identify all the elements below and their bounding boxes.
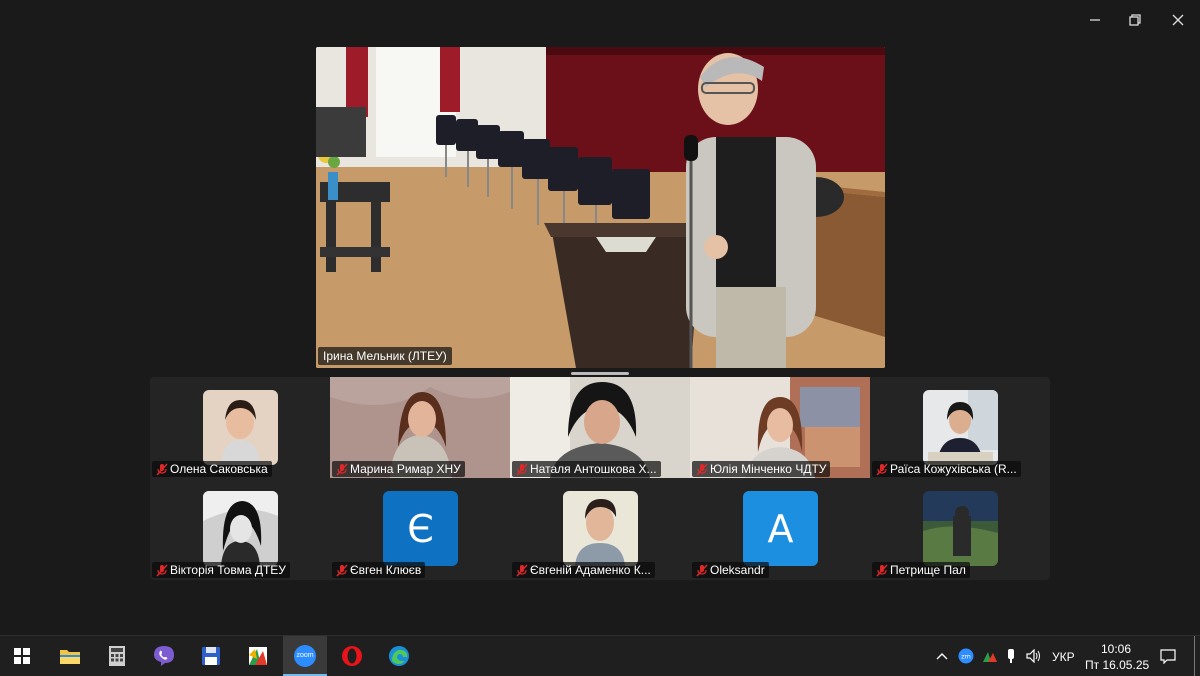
close-icon	[1172, 14, 1184, 26]
usb-device-icon	[1008, 649, 1014, 663]
participant-tile[interactable]: Олена Саковська	[150, 377, 330, 478]
tray-zoom-button[interactable]: zm	[954, 636, 978, 676]
notifications-button[interactable]	[1150, 636, 1186, 676]
clock-time[interactable]: 10:06	[1101, 642, 1131, 656]
muted-mic-icon	[156, 564, 168, 577]
participant-tile[interactable]: A Oleksandr	[690, 478, 870, 579]
tray-device-button[interactable]	[1000, 636, 1022, 676]
edge-icon	[389, 646, 409, 666]
muted-mic-icon	[516, 564, 528, 577]
calculator-icon	[109, 646, 125, 666]
participant-letter-avatar: A	[743, 491, 818, 566]
participant-name: Євген Клюєв	[332, 562, 426, 578]
participant-avatar	[563, 491, 638, 566]
show-desktop-button[interactable]	[1194, 636, 1195, 676]
folder-icon	[60, 650, 80, 664]
volume-button[interactable]	[1022, 636, 1046, 676]
save-app-button[interactable]	[189, 636, 233, 676]
participant-avatar	[203, 491, 278, 566]
speaker-name-label: Ірина Мельник (ЛТЕУ)	[318, 347, 452, 365]
close-button[interactable]	[1163, 8, 1193, 32]
active-speaker-video[interactable]: Ірина Мельник (ЛТЕУ)	[316, 47, 885, 368]
participant-name: Oleksandr	[692, 562, 769, 578]
svg-text:zm: zm	[961, 653, 971, 661]
participant-name: Марина Римар ХНУ	[332, 461, 465, 477]
zoom-button[interactable]: zoom	[283, 636, 327, 676]
participant-name: Олена Саковська	[152, 461, 272, 477]
taskbar: zoom zm УКР 10:06 Пт 16.05.25	[0, 635, 1200, 676]
minimize-button[interactable]	[1080, 8, 1110, 32]
participant-name: Петрище Пал	[872, 562, 970, 578]
participant-name: Вікторія Товма ДТЕУ	[152, 562, 290, 578]
windows-icon	[14, 648, 30, 664]
muted-mic-icon	[876, 564, 888, 577]
tray-overflow-button[interactable]	[930, 636, 954, 676]
start-button[interactable]	[0, 636, 44, 676]
gallery-resize-handle[interactable]	[571, 372, 629, 375]
colorful-tray-icon	[983, 652, 997, 662]
participant-avatar	[923, 491, 998, 566]
restore-icon	[1129, 14, 1141, 26]
opera-icon	[342, 646, 362, 666]
zoom-tray-icon: zm	[958, 648, 974, 664]
tray-app-button[interactable]	[978, 636, 1002, 676]
zoom-icon-label: zoom	[296, 652, 314, 659]
muted-mic-icon	[696, 564, 708, 577]
muted-mic-icon	[156, 463, 168, 476]
muted-mic-icon	[336, 463, 348, 476]
speaker-video-frame	[316, 47, 885, 368]
clock-date[interactable]: Пт 16.05.25	[1085, 658, 1149, 672]
minimize-icon	[1090, 19, 1100, 21]
colorful-app-icon	[249, 647, 267, 665]
participant-letter-avatar: Є	[383, 491, 458, 566]
participant-tile[interactable]: Є Євген Клюєв	[330, 478, 510, 579]
floppy-disk-icon	[202, 647, 220, 665]
restore-button[interactable]	[1120, 8, 1150, 32]
participant-tile[interactable]: Юлія Мінченко ЧДТУ	[690, 377, 870, 478]
opera-button[interactable]	[330, 636, 374, 676]
chevron-up-icon	[936, 653, 948, 660]
muted-mic-icon	[336, 564, 348, 577]
language-indicator[interactable]: УКР	[1052, 650, 1075, 664]
participant-tile[interactable]: Вікторія Товма ДТЕУ	[150, 478, 330, 579]
participant-name: Юлія Мінченко ЧДТУ	[692, 461, 831, 477]
colorful-app-button[interactable]	[236, 636, 280, 676]
viber-icon	[154, 646, 174, 666]
speaker-icon	[1026, 649, 1040, 663]
participant-tile[interactable]: Раїса Кожухівська (R...	[870, 377, 1050, 478]
participant-gallery: Олена Саковська Марина Римар ХНУ Наталя …	[150, 377, 1050, 580]
muted-mic-icon	[696, 463, 708, 476]
participant-avatar	[203, 390, 278, 465]
participant-tile[interactable]: Наталя Антошкова Х...	[510, 377, 690, 478]
participant-name: Раїса Кожухівська (R...	[872, 461, 1021, 477]
file-explorer-button[interactable]	[48, 636, 92, 676]
participant-name: Євгеній Адаменко К...	[512, 562, 655, 578]
muted-mic-icon	[516, 463, 528, 476]
participant-name: Наталя Антошкова Х...	[512, 461, 661, 477]
calculator-button[interactable]	[95, 636, 139, 676]
notification-icon	[1160, 648, 1176, 664]
viber-button[interactable]	[142, 636, 186, 676]
muted-mic-icon	[876, 463, 888, 476]
participant-tile[interactable]: Марина Римар ХНУ	[330, 377, 510, 478]
participant-tile[interactable]: Петрище Пал	[870, 478, 1050, 579]
participant-avatar	[923, 390, 998, 465]
edge-button[interactable]	[377, 636, 421, 676]
participant-tile[interactable]: Євгеній Адаменко К...	[510, 478, 690, 579]
